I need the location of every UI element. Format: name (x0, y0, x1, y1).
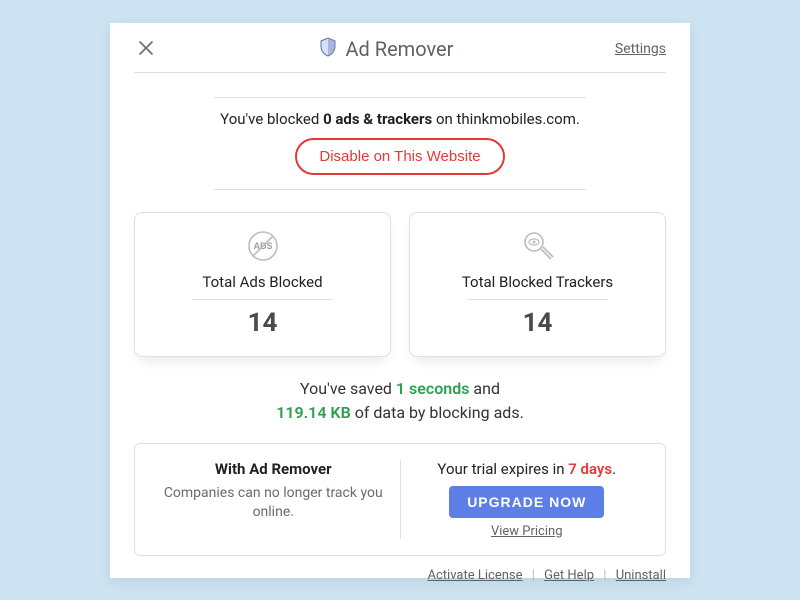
activate-license-link[interactable]: Activate License (428, 568, 523, 583)
disable-site-button[interactable]: Disable on This Website (295, 138, 504, 175)
site-summary: You've blocked 0 ads & trackers on think… (134, 97, 666, 190)
trial-panel: With Ad Remover Companies can no longer … (134, 443, 666, 556)
stat-card-trackers: Total Blocked Trackers 14 (409, 212, 666, 357)
expire-days: 7 days (568, 460, 612, 478)
savings-summary: You've saved 1 seconds and 119.14 KB of … (134, 377, 666, 425)
stat-label-ads: Total Ads Blocked (145, 273, 380, 291)
close-icon[interactable] (134, 37, 158, 62)
trial-info-left: With Ad Remover Companies can no longer … (147, 460, 401, 539)
extension-popup: Ad Remover Settings You've blocked 0 ads… (110, 23, 690, 578)
summary-suffix: . (576, 110, 580, 128)
ads-blocked-icon: ADS (145, 227, 380, 265)
stat-card-ads: ADS Total Ads Blocked 14 (134, 212, 391, 357)
shield-icon (319, 37, 337, 62)
separator: | (532, 568, 535, 583)
get-help-link[interactable]: Get Help (544, 568, 594, 583)
savings-data: 119.14 KB (276, 403, 351, 422)
summary-middle: on (432, 110, 456, 128)
summary-count: 0 ads & trackers (323, 110, 432, 128)
trial-expiry-text: Your trial expires in 7 days. (411, 460, 644, 478)
divider (467, 299, 608, 300)
divider (214, 189, 586, 190)
app-title-text: Ad Remover (345, 37, 453, 61)
uninstall-link[interactable]: Uninstall (616, 568, 666, 583)
settings-link[interactable]: Settings (615, 41, 666, 57)
savings-time: 1 seconds (396, 379, 470, 398)
footer-links: Activate License | Get Help | Uninstall (134, 568, 666, 583)
savings-and: and (469, 379, 500, 398)
divider (214, 97, 586, 98)
stat-label-trackers: Total Blocked Trackers (420, 273, 655, 291)
stats-row: ADS Total Ads Blocked 14 Total Blocked T… (134, 212, 666, 357)
expire-prefix: Your trial expires in (437, 460, 568, 478)
trial-left-title: With Ad Remover (157, 460, 390, 478)
savings-suffix: of data by blocking ads. (351, 403, 524, 422)
stat-value-ads: 14 (145, 308, 380, 338)
summary-domain: thinkmobiles.com (457, 110, 576, 128)
trial-info-right: Your trial expires in 7 days. UPGRADE NO… (401, 460, 654, 539)
summary-prefix: You've blocked (220, 110, 323, 128)
trackers-blocked-icon (420, 227, 655, 265)
separator: | (603, 568, 606, 583)
header-bar: Ad Remover Settings (134, 37, 666, 73)
view-pricing-link[interactable]: View Pricing (411, 524, 644, 539)
expire-suffix: . (612, 460, 616, 478)
divider (192, 299, 333, 300)
blocked-summary-text: You've blocked 0 ads & trackers on think… (134, 110, 666, 128)
upgrade-now-button[interactable]: UPGRADE NOW (449, 486, 604, 518)
stat-value-trackers: 14 (420, 308, 655, 338)
trial-left-subtitle: Companies can no longer track you online… (157, 484, 390, 523)
savings-prefix: You've saved (300, 379, 396, 398)
app-title: Ad Remover (319, 37, 453, 62)
